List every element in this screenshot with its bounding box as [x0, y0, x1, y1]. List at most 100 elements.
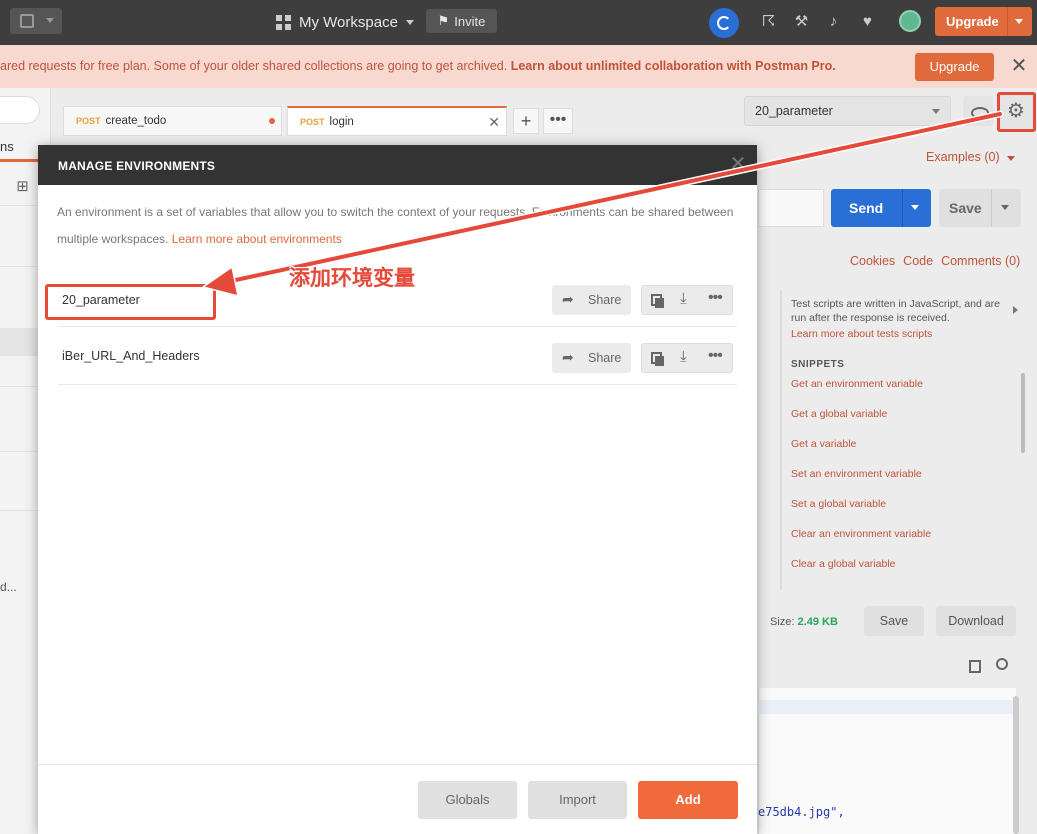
environment-select[interactable]: 20_parameter — [744, 96, 951, 126]
sidebar-search-input[interactable] — [0, 96, 40, 124]
learn-tests-link[interactable]: Learn more about tests scripts — [791, 328, 932, 340]
examples-dropdown[interactable]: Examples (0) — [926, 150, 1000, 164]
add-user-icon: ⚑ — [437, 13, 450, 28]
new-icon — [20, 14, 34, 28]
snippets-info: Test scripts are written in JavaScript, … — [791, 298, 1000, 324]
save-response-button[interactable]: Save — [864, 606, 924, 636]
globals-button[interactable]: Globals — [418, 781, 517, 819]
environment-actions: ⤓ ••• — [641, 285, 733, 315]
snippets-title: SNIPPETS — [791, 359, 845, 370]
eye-icon[interactable] — [963, 96, 993, 126]
share-label: Share — [588, 351, 622, 365]
wrench-icon[interactable]: ⚒ — [793, 13, 810, 30]
new-button[interactable] — [10, 8, 62, 34]
banner-link[interactable]: Learn about unlimited collaboration with… — [511, 59, 836, 73]
snippet-item[interactable]: Set a global variable — [791, 498, 886, 510]
banner-upgrade-button[interactable]: Upgrade — [915, 53, 994, 81]
snippet-item[interactable]: Get a global variable — [791, 408, 887, 420]
gear-highlight-box — [997, 92, 1036, 132]
highlighted-line — [758, 700, 1016, 714]
chevron-down-icon — [1007, 156, 1015, 161]
invite-button[interactable]: ⚑ Invite — [426, 9, 497, 33]
download-button[interactable]: Download — [936, 606, 1016, 636]
chevron-down-icon — [932, 109, 940, 114]
heart-icon[interactable]: ♥ — [859, 13, 876, 30]
more-tabs-button[interactable]: ••• — [543, 108, 573, 134]
top-bar: My Workspace ⚑ Invite ☈ ⚒ ♪ ♥ Upgrade — [0, 0, 1037, 45]
import-button[interactable]: Import — [528, 781, 627, 819]
annotation-label: 添加环境变量 — [289, 266, 415, 290]
method-badge: POST — [300, 117, 325, 127]
avatar[interactable] — [899, 10, 921, 32]
share-button[interactable]: ➦ Share — [552, 285, 631, 315]
share-button[interactable]: ➦ Share — [552, 343, 631, 373]
upgrade-button[interactable]: Upgrade — [935, 7, 1032, 36]
snippet-item[interactable]: Clear an environment variable — [791, 528, 931, 540]
sidebar-item-label: d... — [0, 580, 17, 594]
more-icon[interactable]: ••• — [708, 289, 723, 307]
modal-footer: Globals Import Add — [38, 764, 757, 834]
chevron-down-icon — [911, 205, 919, 210]
add-button[interactable]: Add — [638, 781, 738, 819]
chevron-down-icon — [1001, 205, 1009, 210]
unsaved-dot-icon — [269, 118, 275, 124]
new-tab-button[interactable]: + — [513, 108, 539, 134]
duplicate-icon[interactable] — [651, 352, 664, 366]
new-collection-icon[interactable]: ⊞ — [14, 178, 31, 195]
chevron-down-icon — [405, 19, 414, 25]
method-badge: POST — [76, 116, 101, 126]
snippet-item[interactable]: Get a variable — [791, 438, 856, 450]
collapse-snippets-icon[interactable] — [1013, 306, 1018, 314]
tab-label: login — [329, 116, 354, 128]
response-size: Size: 2.49 KB — [770, 616, 838, 628]
url-input[interactable] — [758, 189, 824, 227]
satellite-icon[interactable]: ☈ — [760, 13, 777, 30]
upgrade-label: Upgrade — [946, 14, 999, 29]
sidebar-tab-collections[interactable]: ns — [0, 134, 38, 162]
comments-link[interactable]: Comments (0) — [941, 254, 1020, 268]
send-label: Send — [849, 200, 884, 216]
snippet-item[interactable]: Clear a global variable — [791, 558, 895, 570]
share-icon: ➦ — [562, 291, 574, 307]
sync-icon[interactable] — [709, 8, 739, 38]
save-label: Save — [949, 200, 982, 216]
save-button[interactable]: Save — [939, 189, 1021, 227]
snippets-panel: Test scripts are written in JavaScript, … — [780, 290, 1030, 590]
environment-actions: ⤓ ••• — [641, 343, 733, 373]
tab-create-todo[interactable]: POST create_todo — [63, 106, 282, 136]
environment-row[interactable]: iBer_URL_And_Headers ➦ Share ⤓ ••• — [58, 327, 737, 385]
tab-login[interactable]: POST login ✕ — [287, 106, 507, 136]
close-icon[interactable]: ✕ — [488, 108, 500, 136]
modal-description: An environment is a set of variables tha… — [57, 205, 734, 246]
environment-select-value: 20_parameter — [755, 104, 833, 118]
learn-environments-link[interactable]: Learn more about environments — [172, 232, 342, 246]
scrollbar[interactable] — [1021, 373, 1025, 453]
scrollbar[interactable] — [1013, 696, 1019, 834]
workspace-switcher[interactable]: My Workspace — [276, 12, 414, 32]
snippet-item[interactable]: Set an environment variable — [791, 468, 922, 480]
bell-icon[interactable]: ♪ — [825, 13, 842, 30]
environment-name[interactable]: iBer_URL_And_Headers — [62, 349, 200, 363]
request-links: Cookies Code Comments (0) — [850, 254, 1028, 268]
invite-label: Invite — [454, 13, 486, 29]
close-icon[interactable]: ✕ — [728, 154, 748, 174]
copy-icon[interactable] — [969, 660, 981, 673]
download-icon[interactable]: ⤓ — [680, 348, 687, 365]
share-icon: ➦ — [562, 349, 574, 365]
snippet-item[interactable]: Get an environment variable — [791, 378, 923, 390]
search-icon[interactable] — [996, 658, 1008, 670]
duplicate-icon[interactable] — [651, 294, 664, 308]
workspace-name: My Workspace — [299, 13, 398, 31]
download-icon[interactable]: ⤓ — [680, 290, 687, 307]
modal-title: MANAGE ENVIRONMENTS — [58, 159, 216, 173]
more-icon[interactable]: ••• — [708, 347, 723, 365]
response-code-text: e75db4.jpg", — [758, 805, 845, 819]
cookies-link[interactable]: Cookies — [850, 254, 895, 268]
close-icon[interactable]: ✕ — [1008, 55, 1030, 77]
modal-header: MANAGE ENVIRONMENTS ✕ — [38, 145, 757, 185]
chevron-down-icon — [46, 18, 54, 23]
environment-highlight-box — [45, 284, 216, 320]
code-link[interactable]: Code — [903, 254, 933, 268]
share-label: Share — [588, 293, 622, 307]
send-button[interactable]: Send — [831, 189, 931, 227]
